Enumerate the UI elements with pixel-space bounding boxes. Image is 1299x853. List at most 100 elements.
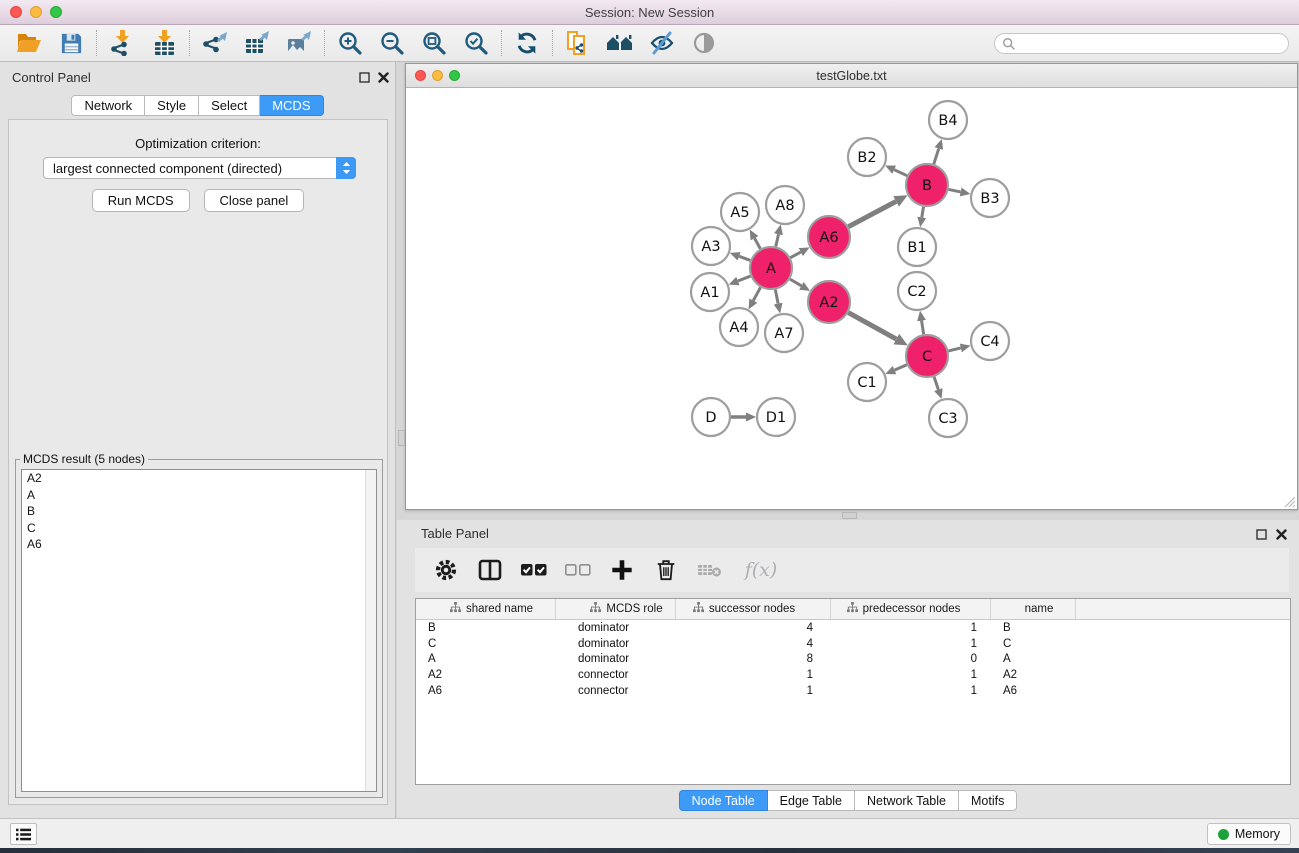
table-cell[interactable]: C bbox=[991, 638, 1076, 650]
column-header-successor-nodes[interactable]: successor nodes bbox=[676, 599, 831, 619]
graph-edge-B-B4[interactable] bbox=[934, 149, 939, 165]
tab-style[interactable]: Style bbox=[145, 95, 199, 116]
close-table-panel-icon[interactable] bbox=[1274, 527, 1288, 541]
graph-node-A7[interactable]: A7 bbox=[765, 314, 803, 352]
tab-motifs[interactable]: Motifs bbox=[959, 790, 1017, 811]
show-all-icon[interactable] bbox=[687, 28, 721, 58]
table-cell[interactable]: dominator bbox=[556, 653, 676, 665]
network-graph[interactable]: AA1A2A3A4A5A6A7A8BB1B2B3B4CC1C2C3C4DD1 bbox=[406, 88, 1297, 509]
column-header-predecessor-nodes[interactable]: predecessor nodes bbox=[831, 599, 991, 619]
maximize-window-icon[interactable] bbox=[50, 6, 62, 18]
tab-select[interactable]: Select bbox=[199, 95, 260, 116]
mcds-result-item[interactable]: A6 bbox=[22, 536, 376, 553]
table-cell[interactable]: A6 bbox=[416, 685, 556, 697]
table-row[interactable]: Adominator80A bbox=[416, 652, 1290, 668]
graph-edge-A-A5[interactable] bbox=[755, 238, 761, 249]
table-header-row[interactable]: shared nameMCDS rolesuccessor nodesprede… bbox=[416, 599, 1290, 620]
graph-edge-A6-B[interactable] bbox=[848, 201, 896, 226]
import-network-icon[interactable] bbox=[105, 28, 139, 58]
splitter-handle-vertical[interactable] bbox=[398, 430, 405, 446]
refresh-layout-icon[interactable] bbox=[510, 28, 544, 58]
table-cell[interactable]: 1 bbox=[676, 685, 831, 697]
task-history-button[interactable] bbox=[10, 823, 37, 845]
column-header-MCDS-role[interactable]: MCDS role bbox=[556, 599, 676, 619]
graph-edge-A-A2[interactable] bbox=[790, 279, 801, 286]
scrollbar-track[interactable] bbox=[365, 470, 376, 791]
column-header-name[interactable]: name bbox=[991, 599, 1076, 619]
splitter-handle-horizontal[interactable] bbox=[842, 512, 857, 519]
float-panel-icon[interactable] bbox=[357, 70, 371, 84]
node-table[interactable]: shared nameMCDS rolesuccessor nodesprede… bbox=[415, 598, 1291, 785]
graph-edge-A-A6[interactable] bbox=[790, 252, 800, 258]
table-cell[interactable]: connector bbox=[556, 669, 676, 681]
table-cell[interactable]: C bbox=[416, 638, 556, 650]
tab-network[interactable]: Network bbox=[71, 95, 145, 116]
mcds-result-list[interactable]: A2ABCA6 bbox=[21, 469, 377, 792]
table-cell[interactable]: dominator bbox=[556, 622, 676, 634]
graph-edge-C-C1[interactable] bbox=[895, 365, 907, 370]
memory-button[interactable]: Memory bbox=[1207, 823, 1291, 845]
delete-column-icon[interactable] bbox=[651, 555, 681, 585]
table-cell[interactable]: A6 bbox=[991, 685, 1076, 697]
graph-edge-C-C3[interactable] bbox=[934, 377, 938, 390]
table-cell[interactable]: 1 bbox=[676, 669, 831, 681]
close-window-icon[interactable] bbox=[10, 6, 22, 18]
minimize-network-icon[interactable] bbox=[432, 70, 443, 81]
import-table-icon[interactable] bbox=[147, 28, 181, 58]
close-panel-icon[interactable] bbox=[376, 70, 390, 84]
table-cell[interactable]: 4 bbox=[676, 622, 831, 634]
table-body[interactable]: Bdominator41BCdominator41CAdominator80AA… bbox=[416, 620, 1290, 699]
settings-gear-icon[interactable] bbox=[431, 555, 461, 585]
table-row[interactable]: Cdominator41C bbox=[416, 636, 1290, 652]
add-column-icon[interactable] bbox=[607, 555, 637, 585]
open-session-icon[interactable] bbox=[12, 28, 46, 58]
graph-node-B1[interactable]: B1 bbox=[898, 228, 936, 266]
table-cell[interactable]: 1 bbox=[831, 622, 991, 634]
graph-edge-A-A3[interactable] bbox=[739, 256, 750, 260]
clone-network-icon[interactable] bbox=[561, 28, 595, 58]
graph-node-D[interactable]: D bbox=[692, 398, 730, 436]
graph-node-B4[interactable]: B4 bbox=[929, 101, 967, 139]
zoom-selected-icon[interactable] bbox=[459, 28, 493, 58]
save-session-icon[interactable] bbox=[54, 28, 88, 58]
export-network-icon[interactable] bbox=[198, 28, 232, 58]
unselect-all-icon[interactable] bbox=[563, 555, 593, 585]
close-panel-button[interactable]: Close panel bbox=[204, 189, 305, 212]
table-cell[interactable]: 1 bbox=[831, 638, 991, 650]
graph-edge-A-A8[interactable] bbox=[776, 234, 779, 246]
function-builder-icon[interactable]: f(x) bbox=[739, 555, 783, 585]
table-cell[interactable]: B bbox=[416, 622, 556, 634]
graph-edge-C-C2[interactable] bbox=[922, 321, 924, 335]
table-cell[interactable]: dominator bbox=[556, 638, 676, 650]
mcds-result-item[interactable]: C bbox=[22, 520, 376, 537]
zoom-in-icon[interactable] bbox=[333, 28, 367, 58]
graph-node-A8[interactable]: A8 bbox=[766, 186, 804, 224]
first-neighbors-icon[interactable] bbox=[603, 28, 637, 58]
graph-edge-A-A1[interactable] bbox=[738, 276, 751, 281]
graph-node-A1[interactable]: A1 bbox=[691, 273, 729, 311]
network-canvas[interactable]: AA1A2A3A4A5A6A7A8BB1B2B3B4CC1C2C3C4DD1 bbox=[406, 88, 1297, 509]
graph-edge-A-A4[interactable] bbox=[753, 287, 760, 300]
graph-node-A3[interactable]: A3 bbox=[692, 227, 730, 265]
mcds-result-item[interactable]: A2 bbox=[22, 470, 376, 487]
search-input[interactable] bbox=[1016, 37, 1288, 51]
export-table-icon[interactable] bbox=[240, 28, 274, 58]
optimization-criterion-select[interactable]: largest connected component (directed) bbox=[43, 157, 356, 179]
table-row[interactable]: Bdominator41B bbox=[416, 620, 1290, 636]
zoom-fit-icon[interactable] bbox=[417, 28, 451, 58]
graph-node-D1[interactable]: D1 bbox=[757, 398, 795, 436]
graph-node-A4[interactable]: A4 bbox=[720, 308, 758, 346]
float-table-panel-icon[interactable] bbox=[1254, 527, 1268, 541]
graph-node-C2[interactable]: C2 bbox=[898, 272, 936, 310]
graph-edge-B-B2[interactable] bbox=[894, 170, 907, 176]
table-cell[interactable]: 1 bbox=[831, 685, 991, 697]
table-cell[interactable]: 4 bbox=[676, 638, 831, 650]
resize-grip-icon[interactable] bbox=[1283, 495, 1295, 507]
delete-table-icon[interactable] bbox=[695, 555, 725, 585]
run-mcds-button[interactable]: Run MCDS bbox=[92, 189, 190, 212]
tab-edge-table[interactable]: Edge Table bbox=[768, 790, 855, 811]
graph-edge-B-B3[interactable] bbox=[949, 189, 961, 191]
table-cell[interactable]: connector bbox=[556, 685, 676, 697]
table-row[interactable]: A2connector11A2 bbox=[416, 667, 1290, 683]
table-row[interactable]: A6connector11A6 bbox=[416, 683, 1290, 699]
